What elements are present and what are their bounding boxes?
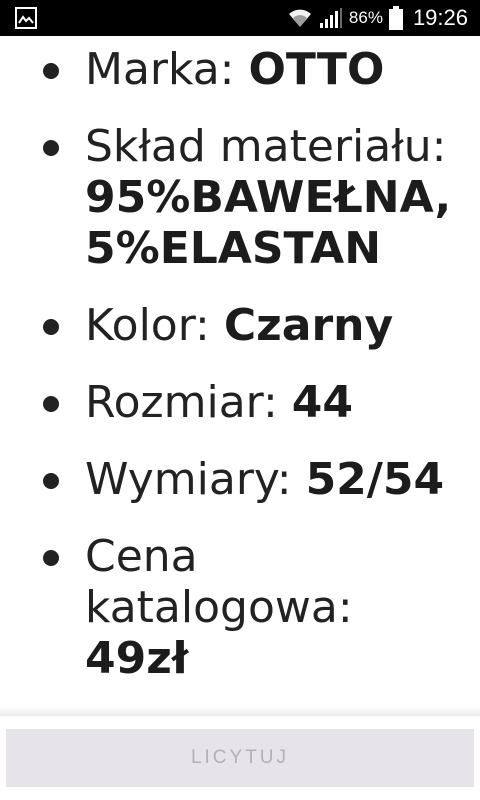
spec-label: Rozmiar: xyxy=(85,377,292,428)
bullet-icon xyxy=(43,396,59,412)
spec-label: Kolor: xyxy=(85,300,224,351)
bottom-action-bar: LICYTUJ xyxy=(0,716,480,800)
product-details: Marka: OTTO Skład materiału: 95%BAWEŁNA,… xyxy=(0,36,480,716)
status-bar-right: 86% 19:26 xyxy=(287,0,468,36)
bullet-icon xyxy=(43,473,59,489)
battery-percent: 86% xyxy=(348,8,383,27)
spec-value: 52/54 xyxy=(305,454,445,505)
spec-label: Cena katalogowa: xyxy=(85,531,353,633)
clock: 19:26 xyxy=(412,5,468,30)
wifi-icon xyxy=(288,9,311,27)
spec-item-brand: Marka: OTTO xyxy=(0,44,480,95)
signal-icon xyxy=(319,8,342,28)
spec-value: 95%BAWEŁNA, 5%ELASTAN xyxy=(85,172,452,274)
bullet-icon xyxy=(43,140,59,156)
spec-item-color: Kolor: Czarny xyxy=(0,300,480,351)
spec-value: Czarny xyxy=(223,300,394,351)
spec-value: OTTO xyxy=(248,44,385,95)
bid-button[interactable]: LICYTUJ xyxy=(6,729,474,787)
spec-label: Wymiary: xyxy=(85,454,306,505)
bullet-icon xyxy=(43,550,59,566)
spec-item-size: Rozmiar: 44 xyxy=(0,377,480,428)
battery-icon xyxy=(388,6,403,30)
image-icon xyxy=(15,7,37,29)
spec-value: 44 xyxy=(291,377,354,428)
spec-item-material: Skład materiału: 95%BAWEŁNA, 5%ELASTAN xyxy=(0,121,480,274)
spec-item-dimensions: Wymiary: 52/54 xyxy=(0,454,480,505)
bullet-icon xyxy=(43,63,59,79)
bullet-icon xyxy=(43,319,59,335)
spec-label: Marka: xyxy=(85,44,249,95)
spec-label: Skład materiału: xyxy=(85,121,447,172)
spec-list: Marka: OTTO Skład materiału: 95%BAWEŁNA,… xyxy=(0,44,480,710)
spec-item-catalog-price: Cena katalogowa: 49zł xyxy=(0,531,480,684)
spec-value: 49zł xyxy=(85,633,189,684)
status-bar: 86% 19:26 xyxy=(0,0,480,36)
